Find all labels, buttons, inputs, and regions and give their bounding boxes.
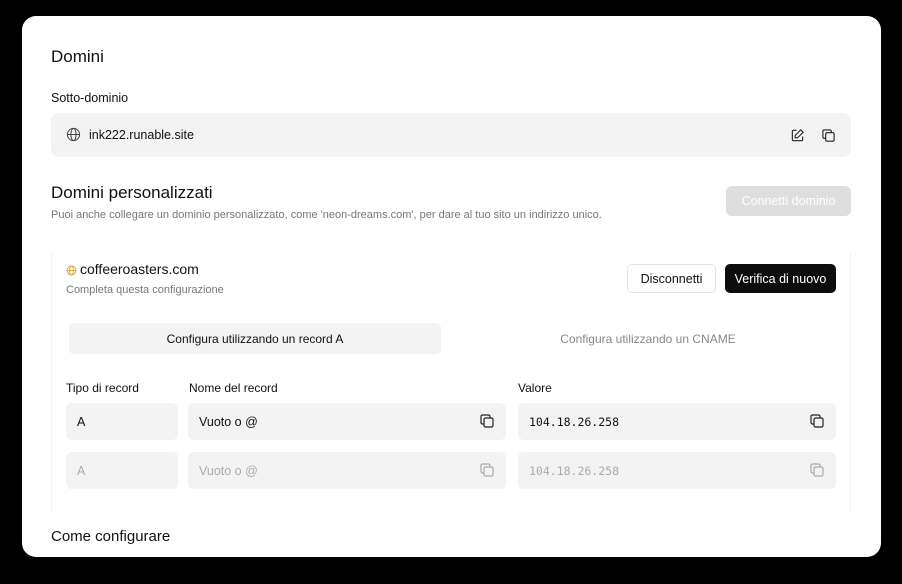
custom-domains-description: Puoi anche collegare un dominio personal… [51, 209, 602, 221]
record-name-field[interactable]: Vuoto o @ [188, 403, 506, 440]
record-value: 104.18.26.258 [529, 414, 620, 429]
record-value-field[interactable]: 104.18.26.258 [518, 452, 836, 489]
record-type-field[interactable]: A [66, 403, 178, 440]
disconnect-button[interactable]: Disconnetti [627, 264, 716, 293]
record-value: 104.18.26.258 [529, 463, 620, 478]
record-name-value: Vuoto o @ [199, 414, 258, 429]
copy-icon[interactable] [809, 462, 825, 478]
custom-domains-title: Domini personalizzati [51, 183, 213, 202]
copy-icon[interactable] [479, 462, 495, 478]
record-name-field[interactable]: Vuoto o @ [188, 452, 506, 489]
copy-icon[interactable] [809, 413, 825, 429]
domain-name: coffeeroasters.com [80, 261, 199, 277]
copy-icon[interactable] [817, 124, 839, 146]
record-value-field[interactable]: 104.18.26.258 [518, 403, 836, 440]
globe-icon [66, 263, 77, 276]
verify-again-button[interactable]: Verifica di nuovo [725, 264, 836, 293]
domains-title: Domini [51, 47, 104, 66]
tab-cname[interactable]: Configura utilizzando un CNAME [462, 323, 834, 354]
edit-icon[interactable] [786, 124, 808, 146]
settings-panel: Domini Sotto-dominio ink222.runable.site… [22, 16, 881, 557]
tab-a-record[interactable]: Configura utilizzando un record A [69, 323, 441, 354]
connect-domain-button[interactable]: Connetti dominio [726, 186, 851, 216]
subdomain-label: Sotto-dominio [51, 91, 129, 105]
globe-icon [66, 127, 81, 142]
subdomain-value: ink222.runable.site [89, 128, 194, 142]
record-type-value: A [77, 414, 86, 429]
column-header-value: Valore [518, 381, 552, 395]
domain-status: Completa questa configurazione [66, 284, 224, 296]
column-header-record-type: Tipo di record [66, 381, 139, 395]
record-type-value: A [77, 463, 86, 478]
how-to-title: Come configurare [51, 528, 171, 545]
subdomain-field: ink222.runable.site [51, 113, 851, 157]
record-type-field[interactable]: A [66, 452, 178, 489]
record-name-value: Vuoto o @ [199, 463, 258, 478]
column-header-record-name: Nome del record [189, 381, 278, 395]
copy-icon[interactable] [479, 413, 495, 429]
